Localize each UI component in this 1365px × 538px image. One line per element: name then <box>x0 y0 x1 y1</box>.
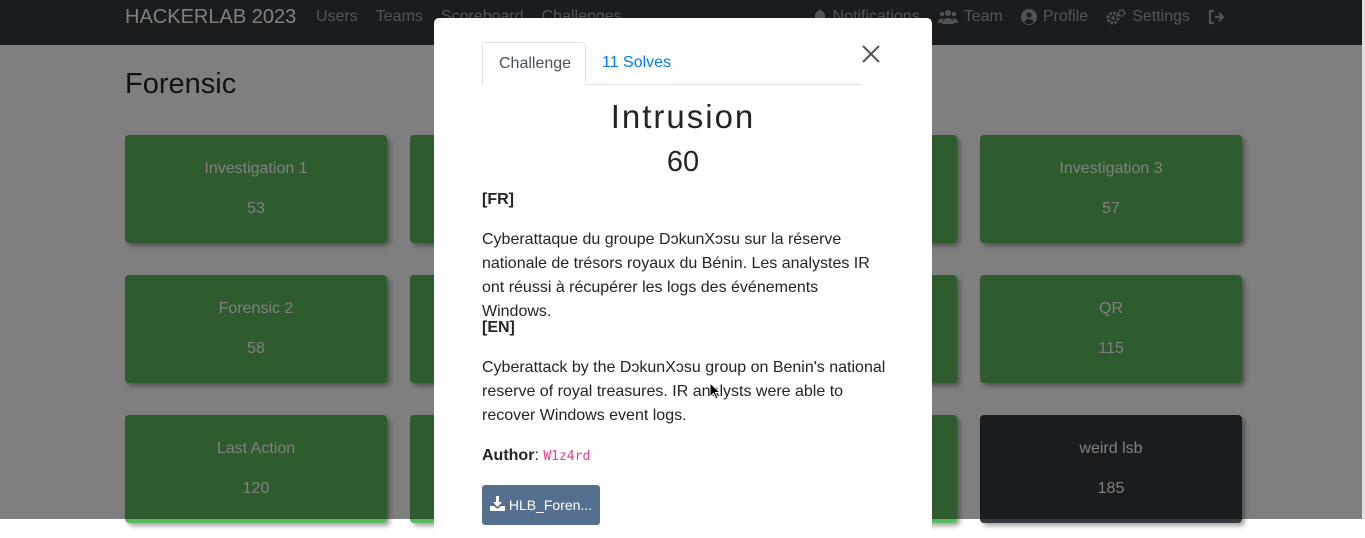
tab-solves[interactable]: 11 Solves <box>586 42 687 83</box>
fr-header: [FR] <box>482 191 514 208</box>
close-icon <box>861 45 881 68</box>
close-button[interactable] <box>861 44 881 64</box>
challenge-modal: Challenge 11 Solves Intrusion 60 [FR] Cy… <box>434 18 932 538</box>
author-label: Author <box>482 447 535 464</box>
tab-challenge[interactable]: Challenge <box>482 42 586 85</box>
file-download-label: HLB_Foren... <box>508 497 593 513</box>
author-line: Author: W1z4rd <box>482 447 591 464</box>
modal-tabs: Challenge 11 Solves <box>482 42 862 85</box>
en-header: [EN] <box>482 319 515 336</box>
mouse-cursor-icon <box>709 381 722 405</box>
challenge-name: Intrusion <box>610 98 756 135</box>
challenge-value: 60 <box>666 146 700 178</box>
download-icon <box>489 496 505 514</box>
fr-description: Cyberattaque du groupe DɔkunXɔsu sur la … <box>482 231 870 320</box>
en-description: Cyberattack by the DɔkunXɔsu group on Be… <box>482 359 886 424</box>
file-download-button[interactable]: HLB_Foren... <box>482 485 600 525</box>
author-name: W1z4rd <box>543 449 591 464</box>
